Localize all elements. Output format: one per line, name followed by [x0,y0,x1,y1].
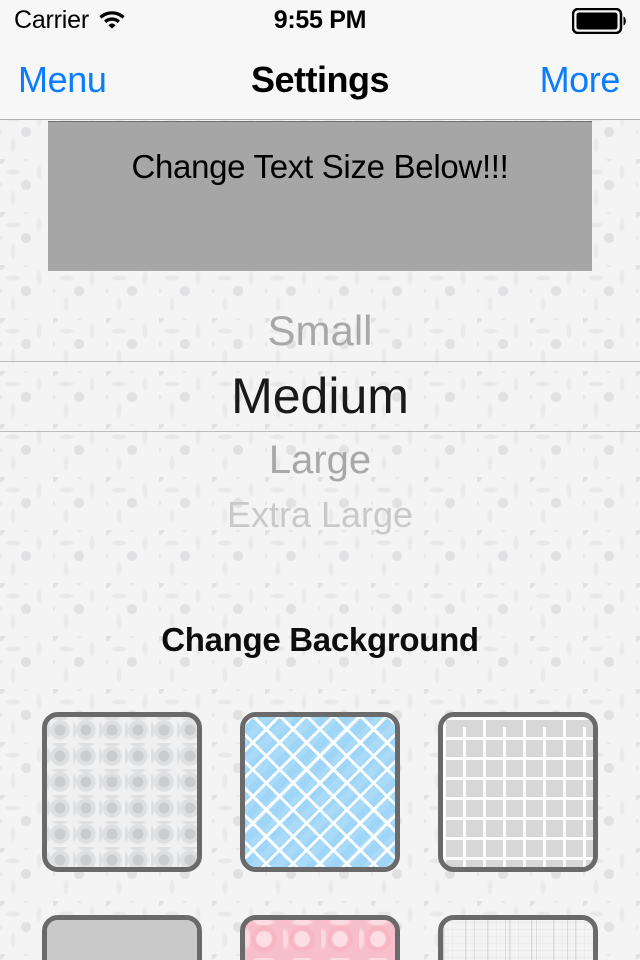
text-size-preview-box: Change Text Size Below!!! [48,121,592,271]
blue-herringbone-pattern [245,717,395,867]
settings-content: Change Text Size Below!!! Small Medium L… [0,121,640,960]
picker-option-large[interactable]: Large [0,431,640,489]
settings-screen: Carrier 9:55 PM Menu Settings More Chang… [0,0,640,960]
change-background-title: Change Background [161,621,479,658]
background-swatch-pink-damask[interactable] [240,915,400,960]
status-bar: Carrier 9:55 PM [0,0,640,40]
status-bar-right [571,7,628,39]
more-button[interactable]: More [540,59,621,101]
gray-damask-pattern [47,717,197,867]
picker-option-small[interactable]: Small [0,301,640,361]
white-wood-pattern [443,920,593,960]
gray-brick-pattern [443,717,593,867]
battery-full-icon [571,7,628,39]
picker-option-medium[interactable]: Medium [0,362,640,431]
background-swatch-gray-brick[interactable] [438,712,598,872]
solid-gray-fill [47,920,197,960]
text-size-preview-label: Change Text Size Below!!! [131,148,509,185]
background-swatch-solid-gray[interactable] [42,915,202,960]
picker-option-extra-large[interactable]: Extra Large [0,489,640,541]
background-swatch-blue-herringbone[interactable] [240,712,400,872]
pink-damask-pattern [245,920,395,960]
background-swatch-white-wood[interactable] [438,915,598,960]
status-bar-time: 9:55 PM [273,5,367,34]
navigation-bar: Menu Settings More [0,40,640,120]
text-size-picker[interactable]: Small Medium Large Extra Large [0,301,640,541]
background-swatch-gray-damask[interactable] [42,712,202,872]
background-swatch-grid [42,712,598,960]
